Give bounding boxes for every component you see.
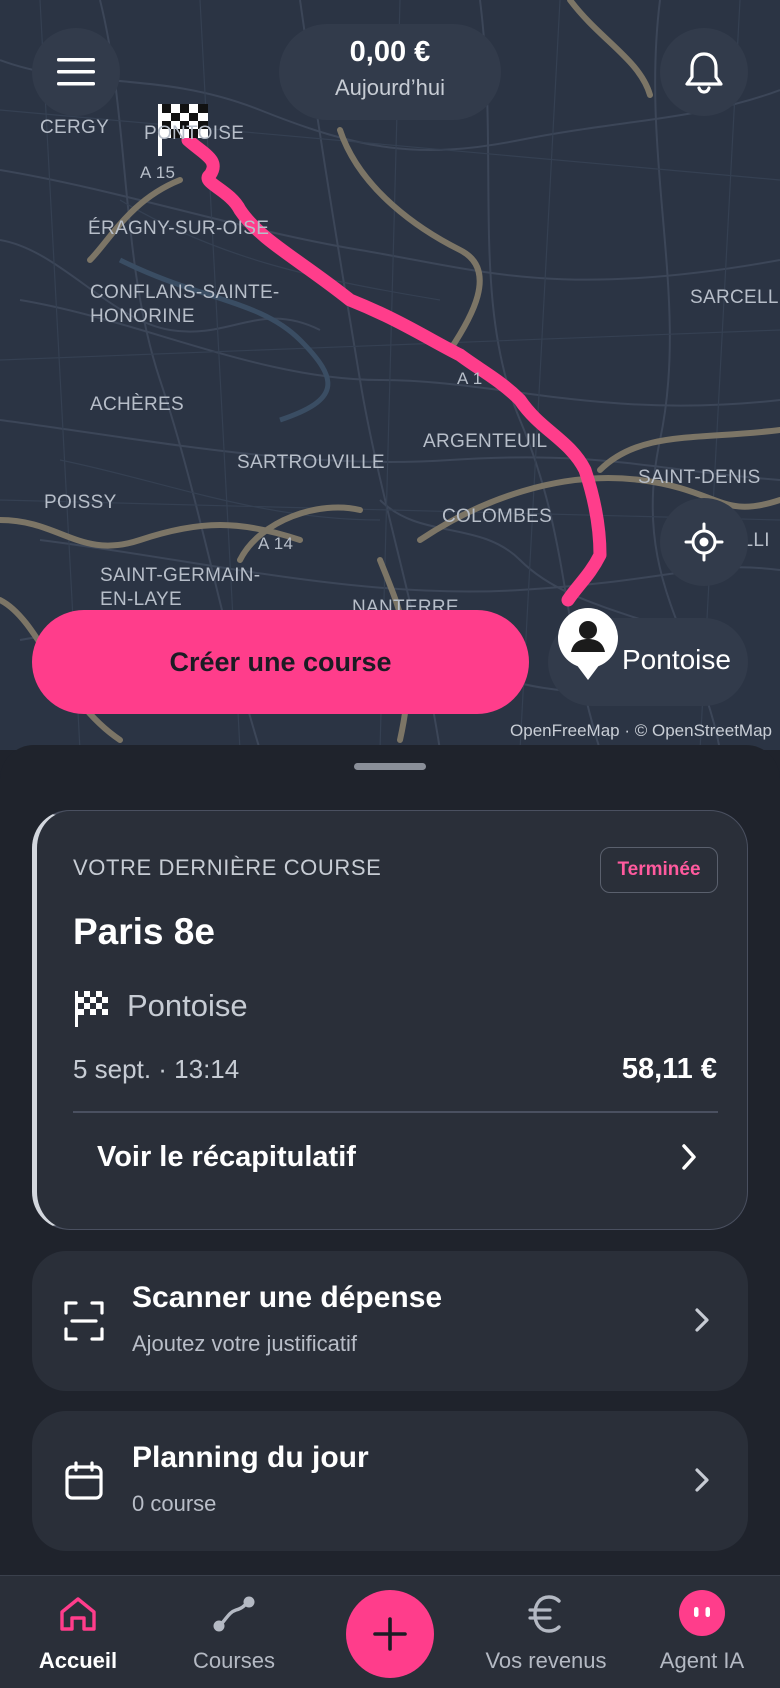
map-label-a15: A 15 bbox=[140, 163, 176, 182]
sheet-drag-handle[interactable] bbox=[354, 763, 426, 770]
earnings-amount: 0,00 € bbox=[349, 36, 431, 68]
hamburger-icon bbox=[57, 58, 95, 86]
ai-agent-icon bbox=[679, 1590, 725, 1636]
map-label-conflans-2: HONORINE bbox=[90, 306, 195, 327]
map-label-sarcelles: SARCELLE bbox=[690, 287, 780, 308]
add-button[interactable] bbox=[346, 1590, 434, 1678]
map-label-a14: A 14 bbox=[258, 534, 294, 553]
view-summary-label: Voir le récapitulatif bbox=[97, 1141, 356, 1173]
view-summary-button[interactable]: Voir le récapitulatif bbox=[73, 1113, 718, 1201]
ride-datetime: 5 sept. · 13:14 bbox=[73, 1054, 240, 1084]
map-label-acheres: ACHÈRES bbox=[90, 394, 184, 415]
chevron-right-icon bbox=[695, 1308, 709, 1332]
scan-expense-title: Scanner une dépense bbox=[132, 1281, 443, 1314]
last-ride-heading: VOTRE DERNIÈRE COURSE bbox=[73, 855, 382, 880]
user-location-pin-icon bbox=[558, 608, 618, 680]
map-view[interactable]: CERGY PONTOISE A 15 ÉRAGNY-SUR-OISE CONF… bbox=[0, 0, 780, 750]
chevron-right-icon bbox=[695, 1468, 709, 1492]
crosshair-icon bbox=[684, 522, 724, 562]
bell-icon bbox=[685, 52, 723, 94]
destination-chip-label: Pontoise bbox=[622, 644, 731, 675]
status-badge: Terminée bbox=[600, 847, 718, 893]
map-attribution[interactable]: OpenFreeMap · © OpenStreetMap bbox=[510, 721, 772, 741]
tab-ai-agent[interactable]: Agent IA bbox=[624, 1576, 780, 1688]
calendar-icon bbox=[65, 1461, 103, 1500]
daily-planning-title: Planning du jour bbox=[132, 1441, 369, 1474]
daily-earnings-pill[interactable]: 0,00 € Aujourd’hui bbox=[279, 24, 501, 120]
home-icon bbox=[60, 1597, 96, 1631]
tab-revenue-label: Vos revenus bbox=[485, 1648, 607, 1673]
tab-home-label: Accueil bbox=[38, 1648, 118, 1673]
map-label-argenteuil: ARGENTEUIL bbox=[423, 431, 548, 452]
map-label-saint-denis: SAINT-DENIS bbox=[638, 467, 761, 488]
chevron-right-icon bbox=[682, 1144, 696, 1170]
menu-button[interactable] bbox=[32, 28, 120, 116]
map-label-conflans-1: CONFLANS-SAINTE- bbox=[90, 282, 280, 303]
map-label-sartrouville: SARTROUVILLE bbox=[237, 452, 385, 473]
scan-expense-card[interactable]: Scanner une dépense Ajoutez votre justif… bbox=[32, 1251, 748, 1391]
tab-revenue[interactable]: Vos revenus bbox=[468, 1576, 624, 1688]
map-label-cergy: CERGY bbox=[40, 117, 110, 138]
map-label-saint-germain-1: SAINT-GERMAIN- bbox=[100, 565, 261, 586]
tab-ai-agent-label: Agent IA bbox=[659, 1648, 745, 1673]
map-label-poissy: POISSY bbox=[44, 492, 117, 513]
last-ride-card[interactable]: VOTRE DERNIÈRE COURSE Terminée Paris 8e … bbox=[32, 810, 748, 1230]
ride-price: 58,11 € bbox=[621, 1053, 717, 1085]
notifications-button[interactable] bbox=[660, 28, 748, 116]
create-ride-button[interactable]: Créer une course bbox=[32, 610, 529, 714]
map-label-colombes: COLOMBES bbox=[442, 506, 553, 527]
map-label-pontoise: PONTOISE bbox=[144, 123, 245, 144]
finish-flag-icon bbox=[75, 991, 108, 1027]
daily-planning-subtitle: 0 course bbox=[132, 1491, 217, 1516]
tab-rides-label: Courses bbox=[193, 1648, 275, 1673]
ride-origin: Paris 8e bbox=[73, 911, 215, 952]
euro-icon bbox=[528, 1595, 561, 1633]
ride-destination: Pontoise bbox=[127, 988, 248, 1023]
locate-me-button[interactable] bbox=[660, 498, 748, 586]
tab-home[interactable]: Accueil bbox=[0, 1576, 156, 1688]
map-label-saint-germain-2: EN-LAYE bbox=[100, 589, 182, 610]
map-label-eragny: ÉRAGNY-SUR-OISE bbox=[88, 218, 270, 239]
tab-rides[interactable]: Courses bbox=[156, 1576, 312, 1688]
route-icon bbox=[213, 1596, 255, 1632]
plus-icon bbox=[373, 1617, 407, 1651]
scan-expense-subtitle: Ajoutez votre justificatif bbox=[132, 1331, 357, 1356]
bottom-sheet[interactable]: VOTRE DERNIÈRE COURSE Terminée Paris 8e … bbox=[0, 745, 780, 1575]
earnings-label: Aujourd’hui bbox=[334, 75, 446, 100]
daily-planning-card[interactable]: Planning du jour 0 course bbox=[32, 1411, 748, 1551]
map-label-a1: A 1 bbox=[457, 369, 483, 388]
scan-icon bbox=[64, 1301, 104, 1341]
